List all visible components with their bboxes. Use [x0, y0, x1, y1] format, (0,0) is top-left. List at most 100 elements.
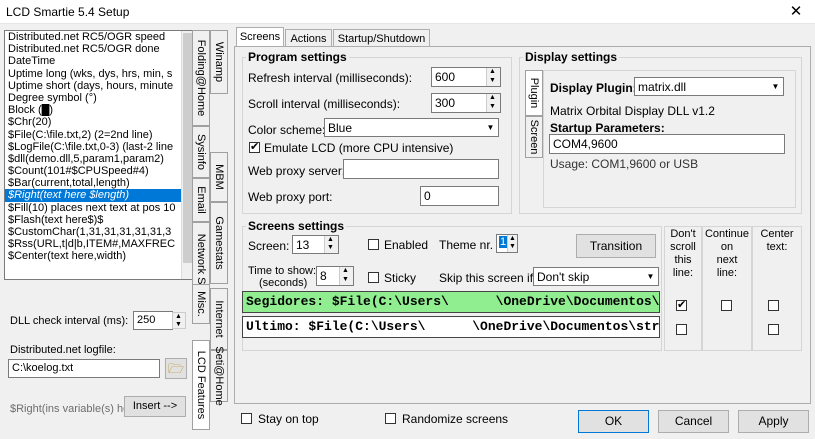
apply-button[interactable]: Apply	[738, 410, 809, 433]
close-icon[interactable]: ✕	[784, 2, 808, 22]
theme-spinner[interactable]: ▲ ▼	[507, 235, 517, 252]
startup-params-label: Startup Parameters:	[550, 121, 665, 135]
emulate-lcd-checkbox[interactable]	[249, 140, 260, 153]
stay-on-top-checkbox[interactable]	[241, 413, 252, 424]
tab-internet[interactable]: Internet	[210, 288, 228, 350]
continue-header: Continue on next line:	[704, 228, 750, 279]
dll-check-input[interactable]: 250	[133, 311, 173, 330]
tab-folding-home[interactable]: Folding@Home	[192, 30, 210, 126]
chevron-down-icon[interactable]: ▼	[767, 79, 783, 94]
tab-lcd-features[interactable]: LCD Features	[192, 340, 210, 430]
spin-down-icon[interactable]: ▼	[509, 243, 516, 250]
tab-gamestats[interactable]: Gamestats	[210, 202, 228, 284]
list-item[interactable]: DateTime	[5, 55, 193, 67]
list-item[interactable]: Block (█)	[5, 104, 193, 116]
tab-sysinfo[interactable]: Sysinfo	[192, 126, 210, 178]
spin-up-icon[interactable]: ▲	[327, 236, 334, 243]
variables-list[interactable]: Distributed.net RC5/OGR speed Distributed…	[4, 30, 194, 280]
spin-down-icon[interactable]: ▼	[489, 77, 496, 84]
list-item[interactable]: $Right(text here $length)	[5, 189, 193, 202]
tab-plugin[interactable]: Plugin	[525, 70, 543, 116]
color-scheme-select[interactable]: Blue	[324, 118, 499, 137]
spin-down-icon[interactable]: ▼	[342, 276, 349, 283]
proxy-server-input[interactable]	[343, 159, 499, 179]
emulate-lcd-label: Emulate LCD (more CPU intensive)	[264, 141, 454, 155]
line2-dont-scroll-checkbox[interactable]	[676, 324, 687, 335]
enabled-checkbox[interactable]	[368, 239, 379, 250]
list-item[interactable]: $Bar(current,total,length)	[5, 177, 193, 189]
proxy-server-label: Web proxy server:	[248, 164, 346, 178]
startup-params-input[interactable]: COM4,9600	[549, 134, 785, 154]
folder-open-icon[interactable]: 🗁	[165, 358, 187, 379]
insert-hint: $Right(ins variable(s) here	[10, 403, 139, 415]
transition-button[interactable]: Transition	[576, 234, 656, 258]
spin-up-icon[interactable]: ▲	[509, 235, 516, 242]
screen-spinner[interactable]: ▲ ▼	[324, 236, 338, 253]
line1-dont-scroll-checkbox[interactable]	[676, 298, 687, 311]
spin-up-icon[interactable]: ▲	[175, 313, 182, 320]
screen-line-1[interactable]: Segidores: $File(C:\Users\ \OneDrive\Doc…	[242, 291, 660, 313]
chevron-down-icon[interactable]: ▼	[482, 120, 498, 135]
screens-settings-title: Screens settings	[246, 219, 347, 233]
line1-center-checkbox[interactable]	[768, 300, 779, 311]
line2-center-checkbox[interactable]	[768, 324, 779, 335]
list-item[interactable]: $File(C:\file.txt,2) (2=2nd line)	[5, 129, 193, 141]
list-item[interactable]: $Fill(10) places next text at pos 10	[5, 202, 193, 214]
sticky-label: Sticky	[384, 271, 417, 285]
tab-screen[interactable]: Screen	[525, 116, 543, 158]
proxy-port-input[interactable]: 0	[420, 186, 499, 206]
window-title: LCD Smartie 5.4 Setup	[6, 5, 130, 19]
screen-label: Screen:	[248, 239, 290, 253]
display-plugin-select[interactable]: matrix.dll	[634, 77, 784, 96]
chevron-down-icon[interactable]: ▼	[642, 269, 658, 284]
proxy-port-label: Web proxy port:	[248, 190, 333, 204]
list-item[interactable]: $LogFile(C:\file.txt,0-3) (last-2 line	[5, 141, 193, 153]
spin-up-icon[interactable]: ▲	[489, 94, 496, 101]
tab-startup-shutdown[interactable]: Startup/Shutdown	[333, 29, 430, 47]
tab-actions[interactable]: Actions	[285, 29, 332, 47]
refresh-spinner[interactable]: ▲ ▼	[486, 68, 500, 86]
sticky-checkbox[interactable]	[368, 272, 379, 283]
spin-down-icon[interactable]: ▼	[175, 321, 182, 328]
tab-seti-home[interactable]: Seti@Home	[210, 346, 228, 406]
insert-button[interactable]: Insert -->	[124, 396, 186, 417]
tab-email[interactable]: Email	[192, 178, 210, 222]
scrollbar-thumb[interactable]	[183, 33, 192, 263]
list-item[interactable]: $dll(demo.dll,5,param1,param2)	[5, 153, 193, 165]
list-item[interactable]: Distributed.net RC5/OGR done	[5, 43, 193, 55]
skip-label: Skip this screen if:	[439, 271, 537, 285]
spin-down-icon[interactable]: ▼	[489, 103, 496, 110]
list-item[interactable]: Distributed.net RC5/OGR speed	[5, 31, 193, 43]
cancel-button[interactable]: Cancel	[658, 410, 729, 433]
title-bar: LCD Smartie 5.4 Setup ✕	[0, 0, 815, 24]
list-item[interactable]: $CustomChar(1,31,31,31,31,31,3	[5, 226, 193, 238]
list-item[interactable]: Uptime short (days, hours, minute	[5, 80, 193, 92]
tab-screens[interactable]: Screens	[236, 27, 284, 47]
randomize-checkbox[interactable]	[385, 413, 396, 424]
dnet-logfile-input[interactable]: C:\koelog.txt	[8, 359, 160, 378]
screen-line-2[interactable]: Ultimo: $File(C:\Users\ \OneDrive\Docume…	[242, 316, 660, 338]
tab-mbm[interactable]: MBM	[210, 152, 228, 202]
list-item[interactable]: $Flash(text here$)$	[5, 214, 193, 226]
spin-up-icon[interactable]: ▲	[489, 68, 496, 75]
list-item[interactable]: $Center(text here,width)	[5, 250, 193, 262]
center-header: Center text:	[760, 228, 794, 253]
list-item[interactable]: Uptime long (wks, dys, hrs, min, s	[5, 68, 193, 80]
ok-button[interactable]: OK	[578, 410, 649, 433]
scroll-spinner[interactable]: ▲ ▼	[486, 94, 500, 112]
dll-check-spinner[interactable]: ▲ ▼	[172, 312, 186, 329]
list-item[interactable]: Degree symbol (°)	[5, 92, 193, 104]
list-item[interactable]: $Chr(20)	[5, 116, 193, 128]
time-spinner[interactable]: ▲ ▼	[339, 267, 353, 285]
tab-misc[interactable]: Misc.	[192, 284, 210, 324]
list-item[interactable]: $Count(101#$CPUSpeed#4)	[5, 165, 193, 177]
time-seconds-label: (seconds)	[259, 277, 308, 289]
line1-continue-checkbox[interactable]	[721, 300, 732, 311]
skip-select[interactable]: Don't skip	[533, 267, 659, 286]
spin-down-icon[interactable]: ▼	[327, 244, 334, 251]
spin-up-icon[interactable]: ▲	[342, 267, 349, 274]
list-item[interactable]: $Rss(URL,t|d|b,ITEM#,MAXFREC	[5, 238, 193, 250]
tab-winamp[interactable]: Winamp	[210, 30, 228, 94]
color-scheme-label: Color scheme:	[248, 123, 326, 137]
dll-check-label: DLL check interval (ms):	[10, 315, 129, 327]
